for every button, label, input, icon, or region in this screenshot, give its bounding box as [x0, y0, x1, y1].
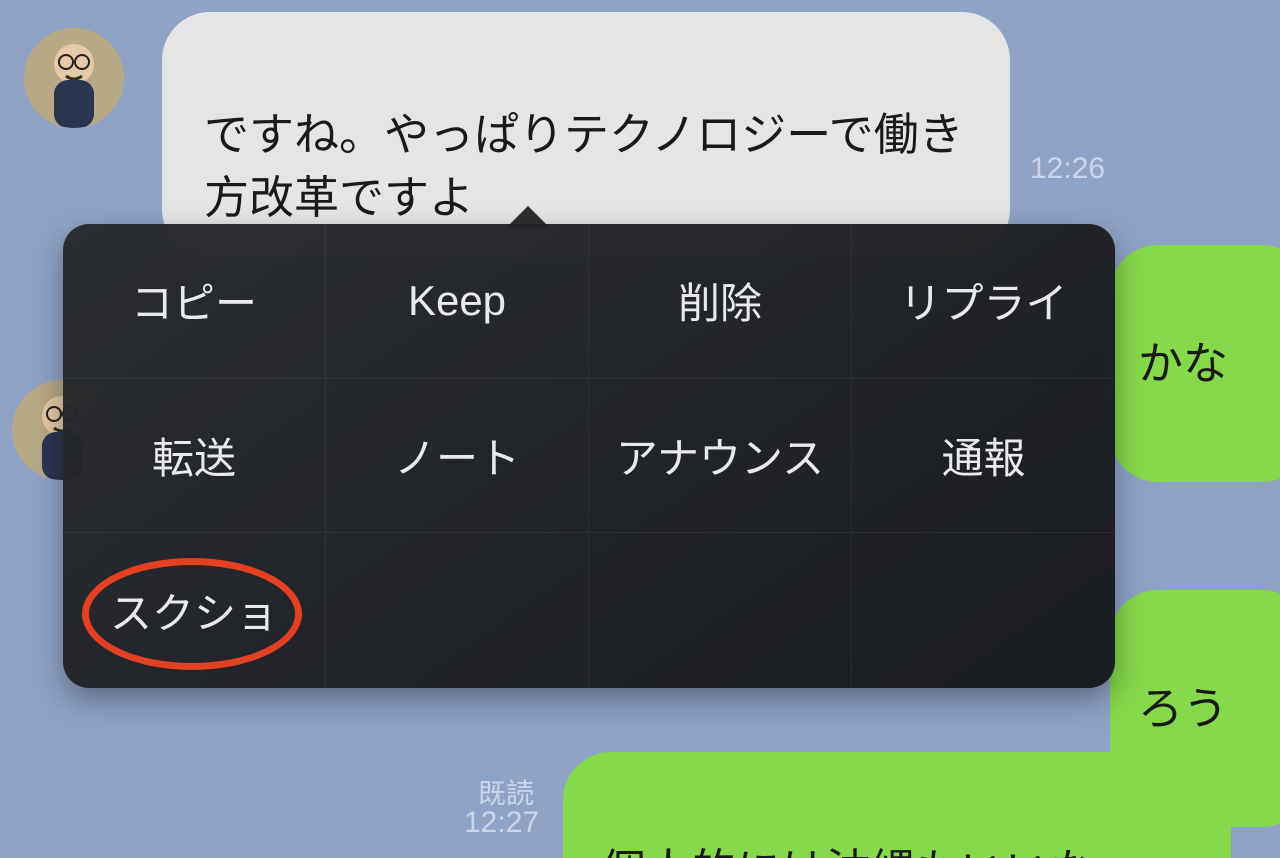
context-menu-item-announce[interactable]: アナウンス [589, 379, 852, 534]
outgoing-message-text: 個人的には沖縄もいいなー [601, 845, 1140, 858]
outgoing-message-text-fragment: かな [1138, 338, 1228, 389]
context-menu-item-label: アナウンス [616, 425, 824, 486]
context-menu-item-empty [326, 533, 589, 688]
context-menu-item-reply[interactable]: リプライ [852, 224, 1115, 379]
context-menu-item-label: 削除 [678, 270, 762, 331]
outgoing-message-time: 12:27 [464, 806, 539, 840]
context-menu-item-label: コピー [131, 270, 257, 331]
context-menu-item-label: 転送 [152, 425, 236, 486]
context-menu: コピー Keep 削除 リプライ 転送 ノート アナウンス 通報 スクショ [63, 224, 1115, 688]
outgoing-message-text-fragment: ろう [1138, 683, 1228, 734]
context-menu-item-forward[interactable]: 転送 [63, 379, 326, 534]
context-menu-item-empty [589, 533, 852, 688]
avatar-image [24, 28, 124, 128]
incoming-message-time: 12:26 [1030, 152, 1105, 186]
context-menu-item-empty [852, 533, 1115, 688]
context-menu-item-label: 通報 [941, 425, 1025, 486]
context-menu-item-label: スクショ [110, 580, 278, 641]
context-menu-item-keep[interactable]: Keep [326, 224, 589, 379]
context-menu-item-report[interactable]: 通報 [852, 379, 1115, 534]
context-menu-item-note[interactable]: ノート [326, 379, 589, 534]
context-menu-item-label: リプライ [899, 270, 1067, 331]
context-menu-item-label: Keep [408, 277, 506, 325]
context-menu-item-delete[interactable]: 削除 [589, 224, 852, 379]
context-menu-item-screenshot[interactable]: スクショ [63, 533, 326, 688]
incoming-message-text: ですね。やっぱりテクノロジーで働き方改革ですよ [204, 109, 964, 223]
outgoing-message-bubble[interactable]: 個人的には沖縄もいいなー [563, 752, 1231, 858]
context-menu-item-label: ノート [394, 425, 520, 486]
outgoing-message-bubble[interactable]: かな [1110, 245, 1280, 482]
context-menu-item-copy[interactable]: コピー [63, 224, 326, 379]
avatar[interactable] [24, 28, 124, 128]
incoming-message-bubble[interactable]: ですね。やっぱりテクノロジーで働き方改革ですよ [162, 12, 1010, 257]
